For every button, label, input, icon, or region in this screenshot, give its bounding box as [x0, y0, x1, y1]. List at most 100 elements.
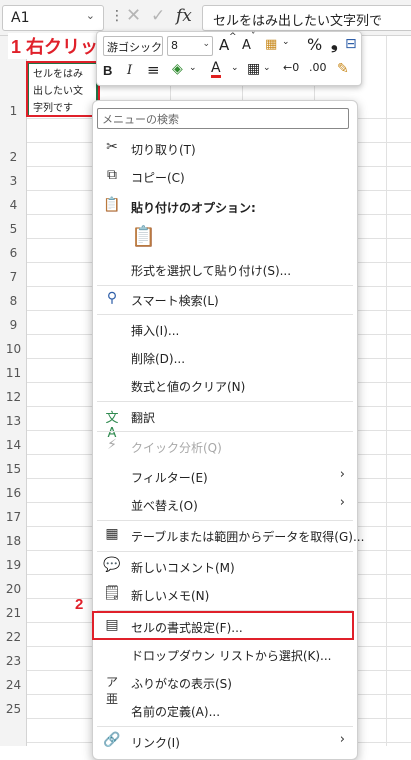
- row-number[interactable]: 12: [0, 390, 27, 404]
- separator: [97, 520, 353, 521]
- menu-item-define-name[interactable]: 名前の定義(A)...: [93, 697, 357, 724]
- italic-button[interactable]: I: [127, 63, 132, 78]
- number-format-icon[interactable]: ▦: [265, 37, 277, 52]
- caret-down-icon: ˇ: [251, 32, 256, 42]
- row-number[interactable]: 21: [0, 606, 27, 620]
- row-number[interactable]: 2: [0, 150, 27, 164]
- row-number[interactable]: 14: [0, 438, 27, 452]
- name-box[interactable]: A1 ⌄: [2, 5, 104, 31]
- percent-style-button[interactable]: %: [307, 35, 322, 54]
- chevron-down-icon[interactable]: ⌄: [263, 63, 271, 73]
- menu-item-pick-from-dropdown[interactable]: ドロップダウン リストから選択(K)...: [93, 641, 357, 668]
- merge-center-icon[interactable]: ⊟: [345, 36, 357, 52]
- font-name-value: 游ゴシック: [107, 41, 162, 54]
- menu-item-smart-lookup[interactable]: ⚲ スマート検索(L): [93, 286, 357, 313]
- menu-search-input[interactable]: メニューの検索: [97, 108, 349, 129]
- mini-toolbar: 游ゴシック 8 ⌄ A ^ A ˇ ▦ ⌄ % ❟ ⊟ B I ≡ ◈ ⌄ A …: [96, 31, 362, 86]
- menu-item-copy[interactable]: ⧉ コピー(C): [93, 163, 357, 190]
- row-number[interactable]: 15: [0, 462, 27, 476]
- paste-clipboard-icon[interactable]: 📋: [131, 224, 156, 248]
- row-number[interactable]: 6: [0, 246, 27, 260]
- row-number[interactable]: 24: [0, 678, 27, 692]
- table-icon: ▦: [105, 526, 119, 542]
- menu-item-label: リンク(I): [131, 736, 180, 750]
- grow-font-button[interactable]: A: [219, 36, 229, 54]
- menu-item-delete[interactable]: 削除(D)...: [93, 344, 357, 371]
- menu-item-translate[interactable]: 文A 翻訳: [93, 403, 357, 441]
- increase-decimal-icon[interactable]: ←0: [283, 61, 299, 74]
- menu-item-label: ドロップダウン リストから選択(K)...: [131, 649, 332, 663]
- insert-function-button[interactable]: fx: [176, 6, 192, 26]
- menu-item-label: 名前の定義(A)...: [131, 705, 221, 719]
- chevron-down-icon[interactable]: ⌄: [282, 37, 290, 47]
- row-number[interactable]: 9: [0, 318, 27, 332]
- chevron-down-icon[interactable]: ⌄: [189, 63, 197, 73]
- menu-item-label: 数式と値のクリア(N): [131, 380, 246, 394]
- menu-item-clear-contents[interactable]: 数式と値のクリア(N): [93, 372, 357, 399]
- enter-icon[interactable]: ✓: [151, 6, 165, 26]
- row-number[interactable]: 5: [0, 222, 27, 236]
- scissors-icon: ✂: [106, 139, 118, 155]
- align-center-icon[interactable]: ≡: [147, 61, 160, 79]
- bold-button[interactable]: B: [103, 63, 112, 78]
- row-number[interactable]: 22: [0, 630, 27, 644]
- name-box-value: A1: [11, 10, 30, 26]
- decrease-decimal-icon[interactable]: .00: [309, 61, 327, 74]
- row-number[interactable]: 17: [0, 510, 27, 524]
- borders-icon[interactable]: ▦: [247, 61, 260, 77]
- more-icon[interactable]: ⋮: [110, 8, 124, 24]
- font-size-value: 8: [171, 39, 178, 52]
- annotation-highlight-step1: [26, 61, 100, 117]
- formula-input[interactable]: セルをはみ出したい文字列で: [202, 5, 411, 31]
- menu-item-show-phonetic[interactable]: ア亜 ふりがなの表示(S): [93, 669, 357, 706]
- cancel-icon[interactable]: ✕: [126, 5, 141, 26]
- menu-item-paste-special[interactable]: 形式を選択して貼り付け(S)...: [93, 256, 357, 283]
- row-number[interactable]: 20: [0, 582, 27, 596]
- font-name-select[interactable]: 游ゴシック: [103, 36, 163, 56]
- menu-item-label: スマート検索(L): [131, 294, 219, 308]
- chevron-down-icon[interactable]: ⌄: [231, 63, 239, 73]
- menu-item-insert[interactable]: 挿入(I)...: [93, 316, 357, 343]
- menu-item-filter[interactable]: フィルター(E) ›: [93, 463, 357, 490]
- row-number[interactable]: 7: [0, 270, 27, 284]
- row-number[interactable]: 3: [0, 174, 27, 188]
- chevron-right-icon: ›: [339, 732, 345, 747]
- row-headers: 1 2 3 4 5 6 7 8 9 10 11 12 13 14 15 16 1…: [0, 36, 27, 746]
- menu-item-label: 翻訳: [131, 411, 156, 425]
- row-number[interactable]: 25: [0, 702, 27, 716]
- font-size-select[interactable]: 8 ⌄: [167, 36, 213, 56]
- row-number[interactable]: 19: [0, 558, 27, 572]
- row-number[interactable]: 16: [0, 486, 27, 500]
- menu-search-placeholder: メニューの検索: [102, 113, 179, 126]
- menu-item-link[interactable]: 🔗 リンク(I) ›: [93, 728, 357, 755]
- comma-style-button[interactable]: ❟: [331, 34, 338, 54]
- fill-color-icon[interactable]: ◈: [172, 61, 183, 77]
- font-color-button[interactable]: A: [211, 61, 221, 78]
- row-number[interactable]: 13: [0, 414, 27, 428]
- row-number[interactable]: 1: [0, 104, 27, 118]
- menu-item-new-note[interactable]: 🗒 新しいメモ(N): [93, 581, 357, 608]
- menu-item-label: フィルター(E): [131, 471, 208, 485]
- row-number[interactable]: 23: [0, 654, 27, 668]
- shrink-font-button[interactable]: A: [242, 38, 251, 53]
- row-number[interactable]: 10: [0, 342, 27, 356]
- chevron-down-icon: ⌄: [202, 39, 210, 49]
- menu-item-label: 形式を選択して貼り付け(S)...: [131, 264, 292, 278]
- separator: [97, 314, 353, 315]
- gridline: [386, 36, 387, 746]
- menu-item-paste-options: 📋 貼り付けのオプション:: [93, 193, 357, 220]
- menu-item-new-comment[interactable]: 💬 新しいコメント(M): [93, 553, 357, 580]
- separator: [97, 726, 353, 727]
- new-comment-icon: 💬: [103, 557, 121, 573]
- menu-item-cut[interactable]: ✂ 切り取り(T): [93, 135, 357, 162]
- menu-item-sort[interactable]: 並べ替え(O) ›: [93, 491, 357, 518]
- row-number[interactable]: 4: [0, 198, 27, 212]
- format-painter-icon[interactable]: ✎: [337, 61, 349, 77]
- row-number[interactable]: 18: [0, 534, 27, 548]
- menu-item-get-data[interactable]: ▦ テーブルまたは範囲からデータを取得(G)...: [93, 522, 364, 549]
- row-number[interactable]: 8: [0, 294, 27, 308]
- clipboard-icon: 📋: [103, 197, 121, 213]
- chevron-down-icon[interactable]: ⌄: [86, 9, 95, 22]
- search-icon: ⚲: [106, 290, 118, 306]
- row-number[interactable]: 11: [0, 366, 27, 380]
